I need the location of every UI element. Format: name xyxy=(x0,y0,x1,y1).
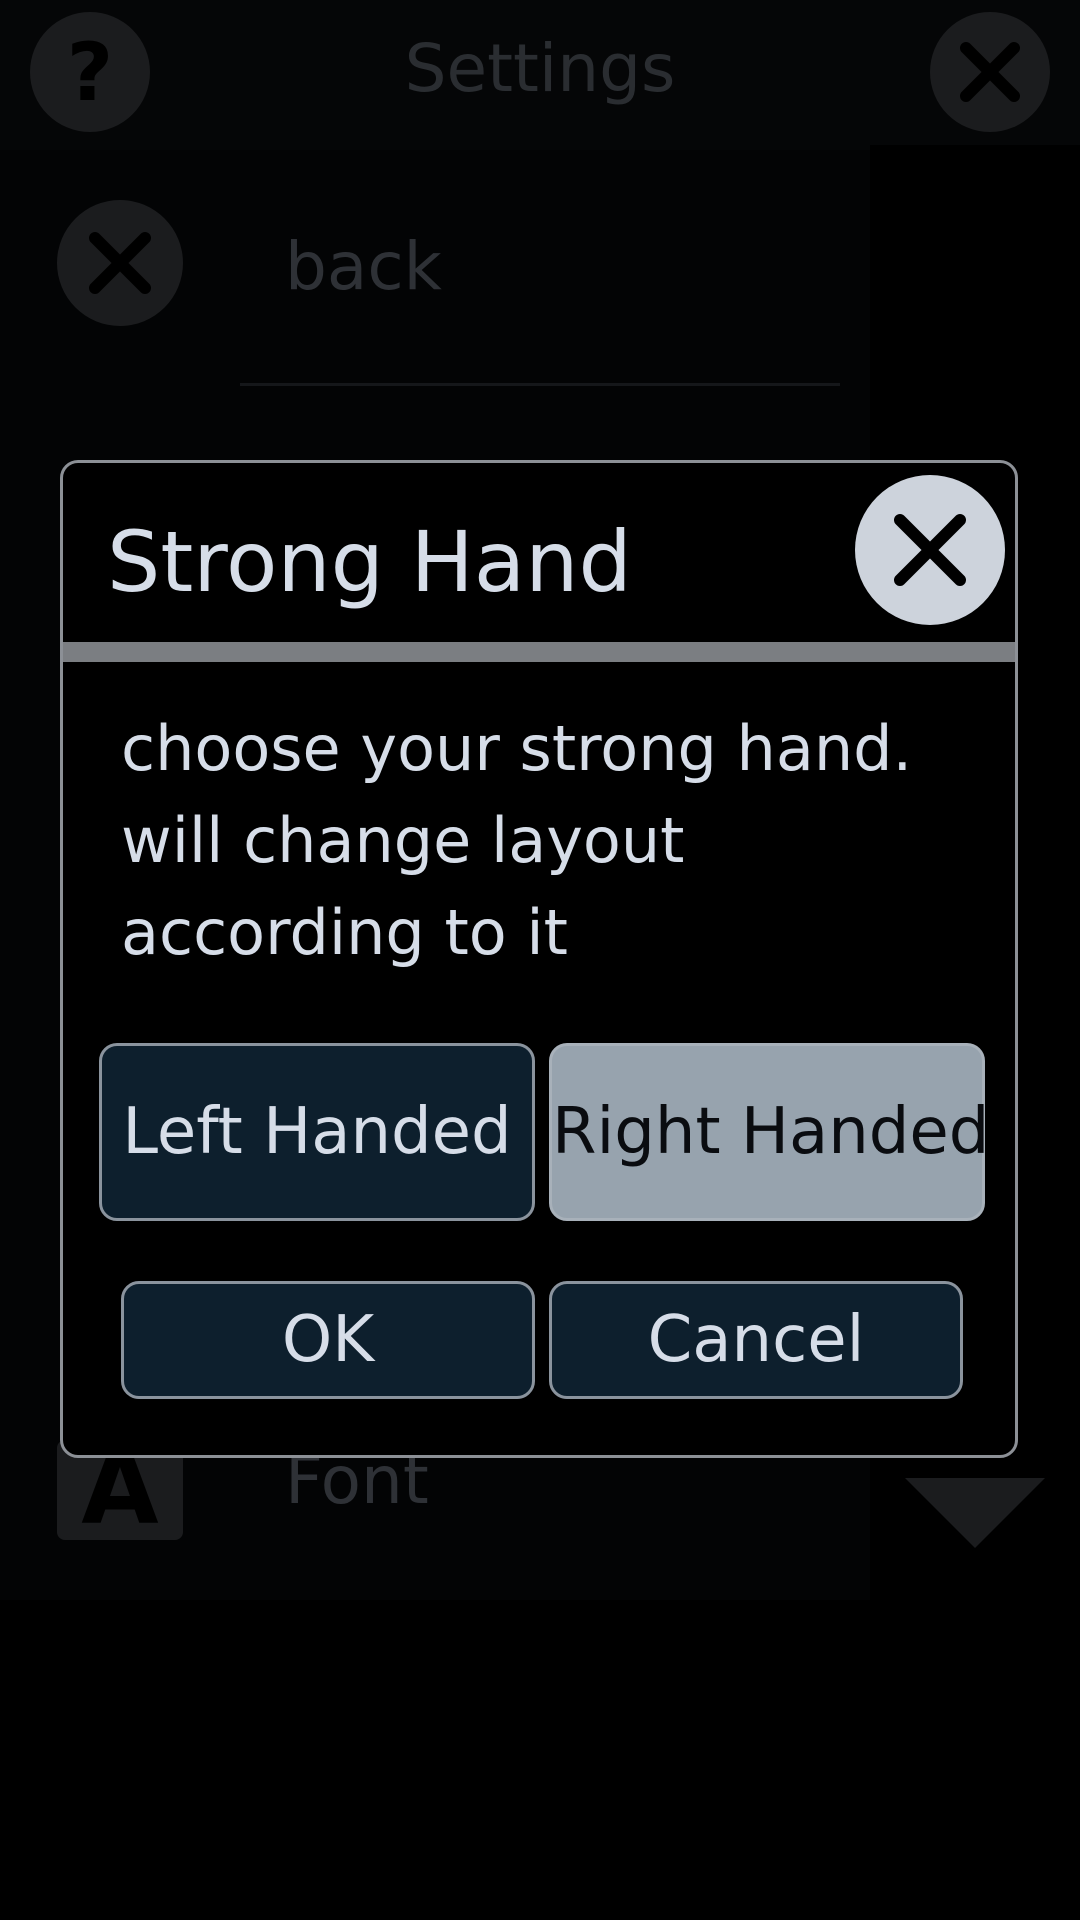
svg-text:?: ? xyxy=(67,26,113,119)
back-button[interactable] xyxy=(57,200,183,326)
right-handed-button[interactable]: Right Handed xyxy=(549,1043,989,1221)
close-icon xyxy=(894,514,966,586)
dialog-title: Strong Hand xyxy=(107,513,632,611)
help-button[interactable]: ? xyxy=(30,12,150,132)
dialog-message: choose your strong hand. will change lay… xyxy=(121,712,913,969)
help-icon: ? xyxy=(67,26,113,119)
divider xyxy=(240,383,840,386)
back-label[interactable]: back xyxy=(285,228,442,305)
settings-title: Settings xyxy=(404,30,676,107)
settings-header: Settings xyxy=(0,0,1080,150)
left-handed-button[interactable]: Left Handed xyxy=(99,1043,535,1221)
ok-button[interactable]: OK xyxy=(121,1281,535,1399)
close-icon xyxy=(89,232,151,294)
close-icon xyxy=(960,42,1020,102)
close-settings-button[interactable] xyxy=(930,12,1050,132)
title-separator xyxy=(63,642,1015,662)
cancel-button[interactable]: Cancel xyxy=(549,1281,963,1399)
strong-hand-dialog: Strong Hand choose your strong hand. wil… xyxy=(60,460,1018,1458)
dialog-close-button[interactable] xyxy=(855,475,1005,625)
arrow-down-icon[interactable] xyxy=(905,1470,1045,1570)
